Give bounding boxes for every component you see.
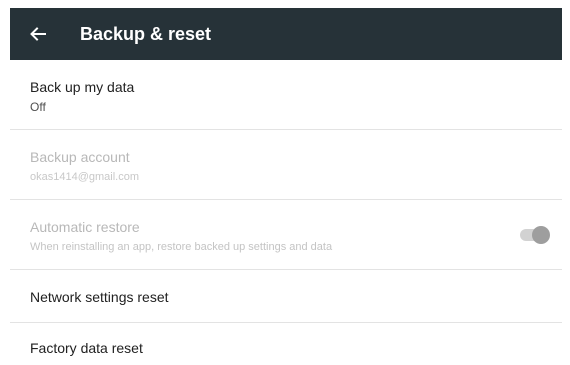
- arrow-back-icon: [30, 27, 46, 41]
- automatic-restore-toggle[interactable]: [520, 226, 550, 244]
- page-title: Backup & reset: [80, 23, 212, 44]
- setting-title: Factory data reset: [30, 340, 143, 356]
- setting-title: Back up my data: [30, 79, 135, 95]
- setting-backup-account[interactable]: Backup account okas1414@gmail.com: [10, 130, 562, 200]
- setting-factory-data-reset[interactable]: Factory data reset: [10, 323, 562, 365]
- setting-title: Automatic restore: [30, 219, 140, 235]
- settings-list: Back up my data Off Backup account okas1…: [10, 60, 562, 365]
- toggle-thumb: [532, 226, 550, 244]
- setting-summary: Off: [30, 100, 46, 114]
- setting-title: Backup account: [30, 149, 130, 165]
- settings-screen: Backup & reset Back up my data Off Backu…: [0, 0, 570, 365]
- app-bar: Backup & reset: [10, 8, 562, 60]
- setting-back-up-my-data[interactable]: Back up my data Off: [10, 60, 562, 130]
- setting-network-settings-reset[interactable]: Network settings reset: [10, 270, 562, 323]
- setting-automatic-restore[interactable]: Automatic restore When reinstalling an a…: [10, 200, 562, 270]
- setting-summary: When reinstalling an app, restore backed…: [30, 241, 333, 253]
- back-button[interactable]: [10, 8, 66, 60]
- setting-title: Network settings reset: [30, 289, 169, 305]
- setting-summary: okas1414@gmail.com: [30, 171, 139, 183]
